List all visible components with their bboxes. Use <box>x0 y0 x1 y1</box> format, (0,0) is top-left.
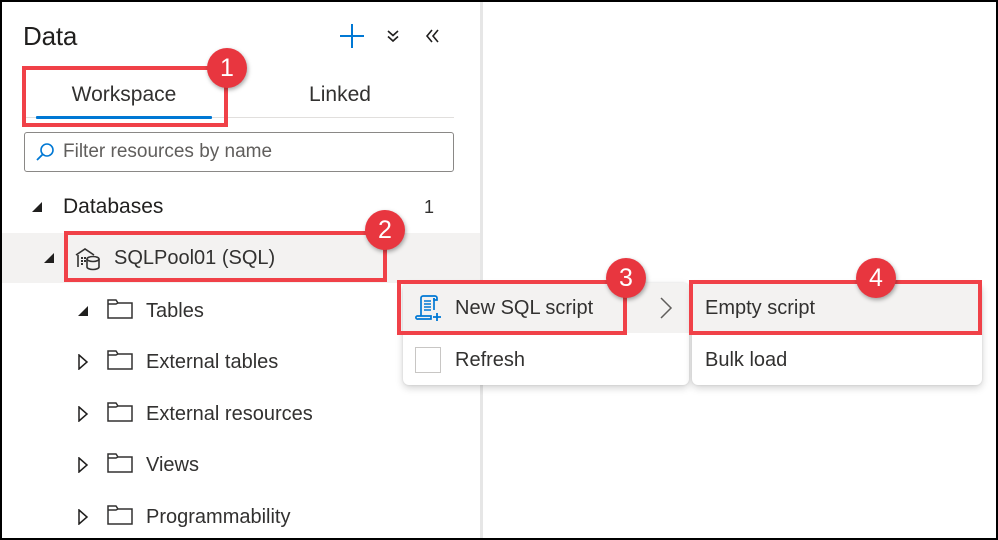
chevron-right-icon <box>660 297 673 319</box>
context-menu: New SQL script Refresh <box>403 283 689 385</box>
callout-badge-3: 3 <box>606 258 646 298</box>
menu-item-empty-script[interactable]: Empty script <box>692 283 982 333</box>
programmability-label: Programmability <box>146 505 291 528</box>
collapsed-caret-icon[interactable] <box>76 406 90 422</box>
views-label: Views <box>146 453 199 476</box>
external-tables-label: External tables <box>146 350 279 373</box>
callout-badge-1: 1 <box>207 48 247 88</box>
folder-icon <box>107 350 133 370</box>
callout-badge-2: 2 <box>365 210 405 250</box>
tree-item-sqlpool01[interactable]: SQLPool01 (SQL) <box>2 233 480 283</box>
script-icon <box>415 295 441 321</box>
folder-icon <box>107 505 133 525</box>
refresh-label: Refresh <box>455 348 526 371</box>
expanded-caret-icon[interactable] <box>30 200 44 214</box>
menu-item-bulk-load[interactable]: Bulk load <box>692 335 982 385</box>
folder-icon <box>107 402 133 422</box>
tab-linked-label: Linked <box>309 83 371 106</box>
data-panel: Data Workspace Linked Filter resources b… <box>2 2 480 538</box>
add-button[interactable] <box>338 22 366 50</box>
screenshot-frame: Data Workspace Linked Filter resources b… <box>0 0 998 540</box>
folder-icon <box>107 299 133 319</box>
tab-linked[interactable]: Linked <box>240 72 440 118</box>
filter-box[interactable] <box>24 132 454 172</box>
active-tab-indicator <box>36 116 212 119</box>
double-chevron-left-icon <box>425 29 439 43</box>
new-sql-script-label: New SQL script <box>455 296 594 319</box>
empty-script-label: Empty script <box>705 296 816 319</box>
collapsed-caret-icon[interactable] <box>76 354 90 370</box>
sqlpool01-label: SQLPool01 (SQL) <box>114 246 276 269</box>
tables-label: Tables <box>146 299 204 322</box>
panel-splitter[interactable] <box>480 2 483 538</box>
folder-icon <box>107 453 133 473</box>
filter-input[interactable] <box>63 141 433 163</box>
databases-count: 1 <box>423 196 434 217</box>
sql-pool-icon <box>75 248 100 271</box>
menu-item-refresh[interactable]: Refresh <box>403 335 689 385</box>
menu-item-new-sql-script[interactable]: New SQL script <box>403 283 689 333</box>
tree-item-views[interactable]: Views <box>2 440 480 490</box>
panel-title: Data <box>23 21 78 51</box>
collapsed-caret-icon[interactable] <box>76 457 90 473</box>
external-resources-label: External resources <box>146 402 313 425</box>
expand-all-button[interactable] <box>379 22 407 50</box>
callout-badge-4: 4 <box>856 258 896 298</box>
refresh-icon <box>415 347 441 373</box>
tree-item-programmability[interactable]: Programmability <box>2 492 480 540</box>
tree-item-external-resources[interactable]: External resources <box>2 389 480 439</box>
tab-workspace[interactable]: Workspace <box>24 72 224 119</box>
tab-workspace-label: Workspace <box>71 83 177 106</box>
expanded-caret-icon[interactable] <box>76 304 90 318</box>
search-icon <box>36 143 54 161</box>
tree-item-databases[interactable]: Databases 1 <box>2 182 480 232</box>
double-chevron-down-icon <box>387 30 399 43</box>
plus-icon <box>340 24 364 48</box>
databases-label: Databases <box>63 195 164 218</box>
collapse-panel-button[interactable] <box>419 22 447 50</box>
submenu: Empty script Bulk load <box>692 283 982 385</box>
collapsed-caret-icon[interactable] <box>76 509 90 525</box>
bulk-load-label: Bulk load <box>705 348 788 371</box>
expanded-caret-icon[interactable] <box>42 251 56 265</box>
